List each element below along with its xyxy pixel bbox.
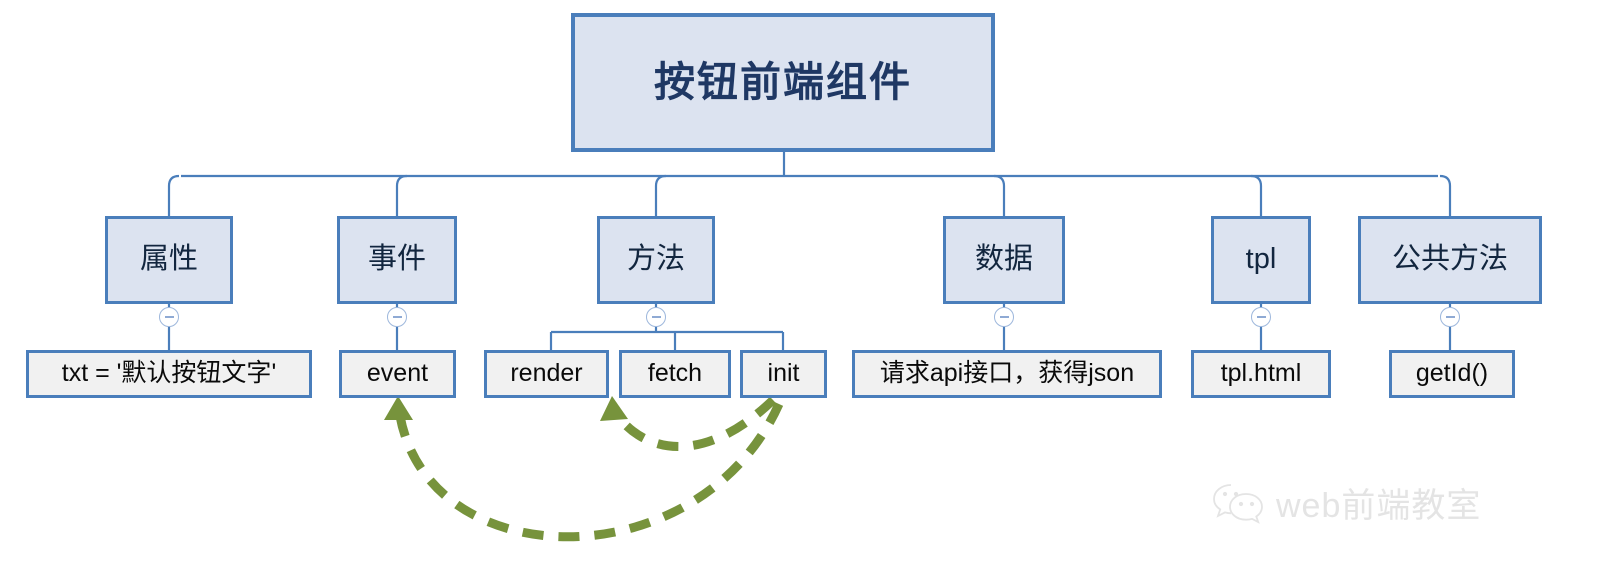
- minus-icon: [651, 316, 661, 318]
- node-branch-common-methods[interactable]: 公共方法: [1358, 216, 1542, 304]
- collapse-toggle-tpl[interactable]: [1251, 307, 1271, 327]
- flow-arrow-init-to-render-head: [600, 396, 628, 421]
- diagram-canvas: 按钮前端组件 属性 事件 方法 数据 tpl 公共方法 txt = '默认按钮文…: [0, 0, 1605, 587]
- node-leaf-fetch[interactable]: fetch: [619, 350, 731, 398]
- node-root-label: 按钮前端组件: [654, 58, 912, 105]
- edge-root-to-methods: [654, 174, 667, 216]
- node-leaf-render[interactable]: render: [484, 350, 609, 398]
- minus-icon: [164, 316, 174, 318]
- minus-icon: [1256, 316, 1266, 318]
- node-leaf-init[interactable]: init: [740, 350, 827, 398]
- node-leaf-tpl-html-label: tpl.html: [1220, 359, 1302, 388]
- node-branch-attributes-label: 属性: [139, 243, 198, 276]
- node-leaf-getid[interactable]: getId(): [1389, 350, 1515, 398]
- node-branch-data[interactable]: 数据: [943, 216, 1065, 304]
- edge-root-to-common: [1439, 174, 1452, 216]
- node-branch-data-label: 数据: [974, 243, 1033, 276]
- node-leaf-tpl-html[interactable]: tpl.html: [1191, 350, 1331, 398]
- flow-arrow-init-to-render-path: [611, 396, 777, 452]
- node-leaf-event[interactable]: event: [339, 350, 456, 398]
- collapse-toggle-data[interactable]: [994, 307, 1014, 327]
- flow-arrow-init-to-event-head: [384, 396, 413, 420]
- node-branch-tpl[interactable]: tpl: [1211, 216, 1311, 304]
- node-leaf-fetch-label: fetch: [647, 359, 703, 388]
- node-branch-events[interactable]: 事件: [337, 216, 457, 304]
- flow-arrow-init-to-event-path: [395, 402, 784, 542]
- node-branch-methods-label: 方法: [626, 243, 685, 276]
- node-branch-methods[interactable]: 方法: [597, 216, 715, 304]
- edge-root-to-events: [395, 174, 408, 216]
- minus-icon: [392, 316, 402, 318]
- minus-icon: [1445, 316, 1455, 318]
- collapse-toggle-methods[interactable]: [646, 307, 666, 327]
- node-leaf-txt[interactable]: txt = '默认按钮文字': [26, 350, 312, 398]
- node-branch-common-methods-label: 公共方法: [1391, 243, 1508, 276]
- node-leaf-api-request-label: 请求api接口，获得json: [879, 359, 1135, 388]
- edge-root-to-attributes: [167, 174, 180, 216]
- node-leaf-render-label: render: [510, 359, 583, 388]
- node-branch-attributes[interactable]: 属性: [105, 216, 233, 304]
- minus-icon: [999, 316, 1009, 318]
- node-branch-tpl-label: tpl: [1245, 243, 1277, 276]
- watermark-text: web前端教室: [1276, 487, 1482, 525]
- node-leaf-api-request[interactable]: 请求api接口，获得json: [852, 350, 1162, 398]
- collapse-toggle-common-methods[interactable]: [1440, 307, 1460, 327]
- edge-root-to-data: [993, 174, 1006, 216]
- node-leaf-event-label: event: [366, 359, 429, 388]
- edge-root-to-tpl: [1250, 174, 1263, 216]
- node-leaf-getid-label: getId(): [1415, 359, 1489, 388]
- wechat-icon: [1213, 483, 1263, 524]
- node-branch-events-label: 事件: [367, 243, 426, 276]
- watermark: web前端教室: [1212, 478, 1481, 527]
- node-root[interactable]: 按钮前端组件: [571, 13, 995, 152]
- node-leaf-init-label: init: [767, 359, 800, 388]
- node-leaf-txt-label: txt = '默认按钮文字': [61, 359, 277, 388]
- collapse-toggle-events[interactable]: [387, 307, 407, 327]
- collapse-toggle-attributes[interactable]: [159, 307, 179, 327]
